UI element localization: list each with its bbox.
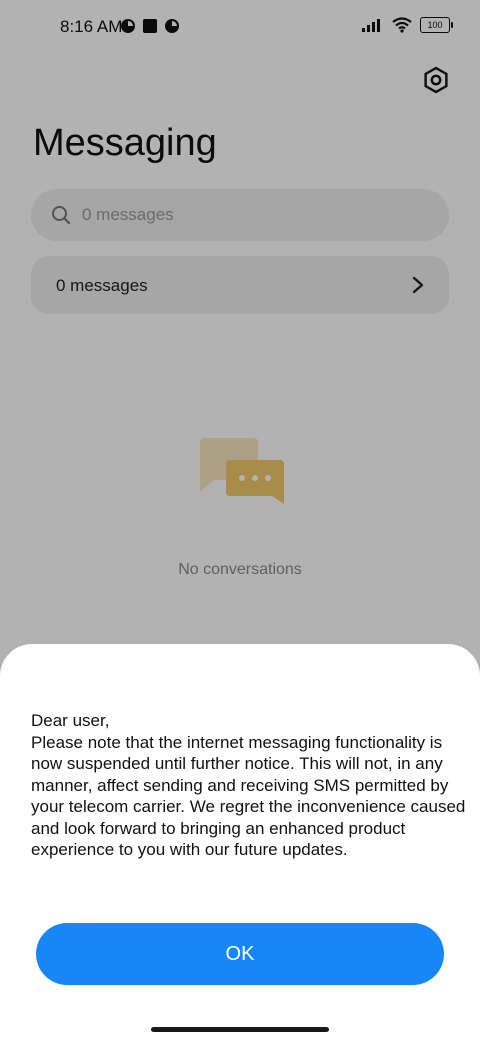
home-indicator[interactable] <box>151 1027 329 1032</box>
notice-dialog: Dear user, Please note that the internet… <box>0 644 480 1040</box>
messaging-screen: 8:16 AM 100 Messaging 0 messages 0 messa… <box>0 0 480 1040</box>
ok-button[interactable]: OK <box>36 923 444 985</box>
notice-message: Dear user, Please note that the internet… <box>31 711 466 859</box>
